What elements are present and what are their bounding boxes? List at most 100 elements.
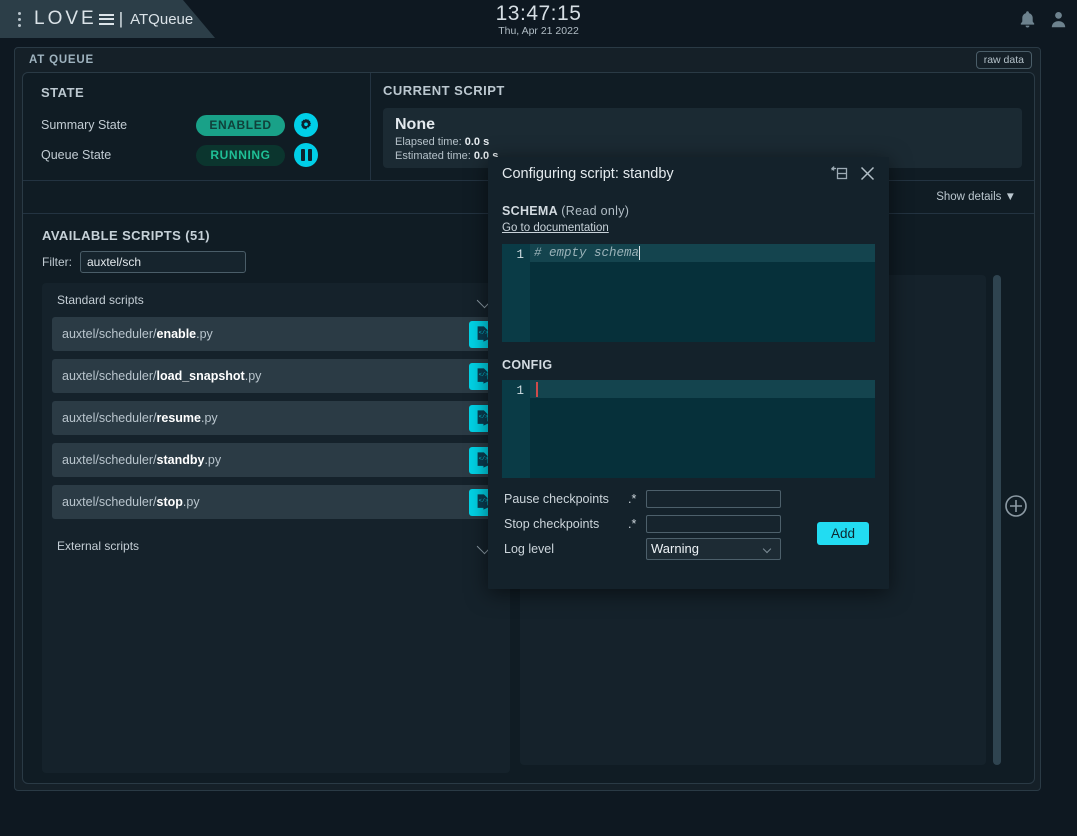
modal-body: SCHEMA (Read only) Go to documentation 1…: [488, 190, 889, 478]
pause-checkpoints-row: Pause checkpoints .*: [504, 488, 781, 509]
love-logo: LOVE | ATQueue: [34, 8, 193, 30]
config-section-title: CONFIG: [502, 358, 875, 372]
chevron-down-icon: [764, 546, 773, 552]
config-gutter-line-number: 1: [502, 380, 530, 478]
bell-icon[interactable]: [1019, 10, 1036, 29]
log-level-row: Log level Warning: [504, 538, 781, 559]
documentation-link[interactable]: Go to documentation: [502, 222, 609, 234]
configure-script-modal: Configuring script: standby SCHEMA (Read…: [488, 157, 889, 589]
page-title: AT QUEUE: [29, 54, 94, 66]
group-standard-scripts-label: Standard scripts: [57, 293, 144, 307]
script-row[interactable]: auxtel/scheduler/standby.py </>: [52, 443, 500, 477]
group-external-scripts[interactable]: External scripts: [52, 529, 500, 563]
pause-icon: [301, 149, 312, 161]
logo-text: LOVE: [34, 8, 97, 30]
script-row[interactable]: auxtel/scheduler/resume.py </>: [52, 401, 500, 435]
elapsed-time-label: Elapsed time:: [395, 136, 462, 148]
user-icon[interactable]: [1050, 10, 1067, 29]
pause-checkpoints-regex-hint: .*: [628, 492, 646, 506]
vertical-scrollbar[interactable]: [993, 275, 1001, 765]
svg-text:</>: </>: [478, 330, 488, 336]
svg-text:</>: </>: [478, 498, 488, 504]
schema-code-line: # empty schema: [530, 244, 875, 262]
state-panel-title: STATE: [41, 85, 370, 100]
script-row[interactable]: auxtel/scheduler/load_snapshot.py </>: [52, 359, 500, 393]
modal-actions: [831, 164, 877, 183]
app-tab[interactable]: LOVE | ATQueue: [0, 0, 215, 38]
stop-checkpoints-input[interactable]: [646, 515, 781, 533]
show-details-toggle[interactable]: Show details ▼: [936, 191, 1016, 203]
summary-state-row: Summary State ENABLED: [41, 110, 370, 140]
filter-label: Filter:: [42, 255, 72, 269]
text-caret: [536, 382, 538, 397]
summary-state-gear-button[interactable]: [294, 113, 318, 137]
elapsed-time-value: 0.0 s: [465, 136, 489, 148]
config-code-area[interactable]: [530, 380, 875, 478]
group-standard-scripts[interactable]: Standard scripts: [52, 283, 500, 317]
top-bar-actions: [1019, 0, 1067, 38]
summary-state-badge: ENABLED: [196, 115, 285, 136]
show-details-label: Show details: [936, 191, 1001, 203]
pause-checkpoints-label: Pause checkpoints: [504, 492, 628, 506]
estimated-time-label: Estimated time:: [395, 150, 471, 162]
summary-state-label: Summary State: [41, 118, 196, 132]
restore-window-icon: [831, 165, 849, 182]
stop-checkpoints-regex-hint: .*: [628, 517, 646, 531]
kebab-menu-icon[interactable]: [8, 12, 30, 27]
gear-icon: [299, 118, 313, 132]
config-editor[interactable]: 1: [502, 380, 875, 478]
filter-input[interactable]: [80, 251, 246, 273]
logo-separator: |: [119, 9, 126, 29]
hamburger-bars-icon: [99, 14, 114, 25]
scripts-list: Standard scripts auxtel/scheduler/enable…: [42, 283, 510, 773]
text-caret: [639, 246, 640, 260]
log-level-label: Log level: [504, 542, 628, 556]
app-name: ATQueue: [130, 11, 193, 28]
add-column: [997, 228, 1034, 784]
queue-pause-button[interactable]: [294, 143, 318, 167]
script-path: auxtel/scheduler/load_snapshot.py: [62, 369, 261, 383]
state-panel: STATE Summary State ENABLED Queue State …: [23, 73, 371, 180]
add-button[interactable]: Add: [817, 522, 869, 545]
svg-text:</>: </>: [478, 414, 488, 420]
close-button[interactable]: [858, 164, 877, 183]
top-bar: LOVE | ATQueue 13:47:15 Thu, Apr 21 2022: [0, 0, 1077, 38]
script-path: auxtel/scheduler/resume.py: [62, 411, 218, 425]
queue-state-label: Queue State: [41, 148, 196, 162]
schema-code-text: # empty schema: [534, 246, 639, 260]
chevron-down-icon: ▼: [1005, 191, 1016, 203]
schema-editor[interactable]: 1 # empty schema: [502, 244, 875, 342]
available-scripts-column: AVAILABLE SCRIPTS (51) Filter: Standard …: [23, 228, 510, 784]
close-icon: [858, 164, 877, 183]
schema-readonly-note: (Read only): [561, 204, 629, 218]
queue-state-badge: RUNNING: [196, 145, 285, 166]
schema-section-title: SCHEMA (Read only): [502, 204, 875, 218]
modal-title: Configuring script: standby: [502, 166, 674, 182]
script-path: auxtel/scheduler/stop.py: [62, 495, 200, 509]
log-level-value: Warning: [651, 541, 699, 556]
svg-text:</>: </>: [478, 456, 488, 462]
current-script-name: None: [395, 115, 1010, 135]
svg-text:</>: </>: [478, 372, 488, 378]
modal-form: Pause checkpoints .* Stop checkpoints .*…: [488, 478, 889, 563]
script-path: auxtel/scheduler/enable.py: [62, 327, 213, 341]
schema-code-area[interactable]: # empty schema: [530, 244, 875, 342]
stop-checkpoints-label: Stop checkpoints: [504, 517, 628, 531]
script-row[interactable]: auxtel/scheduler/stop.py </>: [52, 485, 500, 519]
filter-row: Filter:: [42, 251, 510, 273]
pause-checkpoints-input[interactable]: [646, 490, 781, 508]
card-header: AT QUEUE raw data: [15, 48, 1040, 70]
script-path: auxtel/scheduler/standby.py: [62, 453, 221, 467]
modal-header: Configuring script: standby: [488, 157, 889, 190]
available-scripts-title: AVAILABLE SCRIPTS (51): [42, 228, 510, 243]
raw-data-button[interactable]: raw data: [976, 51, 1032, 69]
script-row[interactable]: auxtel/scheduler/enable.py </>: [52, 317, 500, 351]
circle-plus-icon[interactable]: [1004, 494, 1028, 518]
schema-gutter-line-number: 1: [502, 244, 530, 342]
stop-checkpoints-row: Stop checkpoints .*: [504, 513, 781, 534]
schema-title-text: SCHEMA: [502, 204, 558, 218]
restore-window-button[interactable]: [831, 165, 849, 182]
form-fields: Pause checkpoints .* Stop checkpoints .*…: [504, 488, 781, 563]
log-level-select[interactable]: Warning: [646, 538, 781, 560]
elapsed-time: Elapsed time: 0.0 s: [395, 135, 1010, 149]
